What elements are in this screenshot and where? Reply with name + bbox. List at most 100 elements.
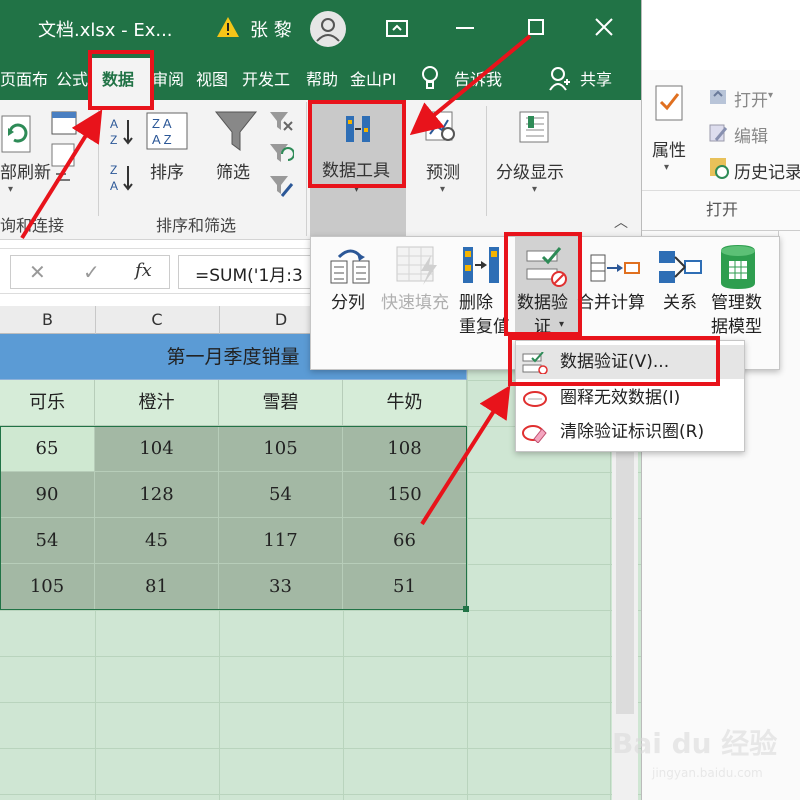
filter-button[interactable]: 筛选	[216, 158, 250, 183]
close-icon[interactable]	[594, 17, 614, 37]
data-cell[interactable]: 90	[0, 472, 95, 518]
tab-view[interactable]: 视图	[196, 66, 228, 94]
confirm-entry-icon[interactable]: ✓	[83, 260, 100, 284]
open-button[interactable]: 打开	[734, 86, 768, 111]
ribbon-tabs: 页面布 公式 数据 审阅 视图 开发工 帮助 金山PI 告诉我 共享	[0, 58, 641, 100]
svg-text:Z A: Z A	[152, 116, 172, 131]
manage-data-model-button[interactable]: 管理数 据模型	[711, 291, 762, 339]
header-cell-cola[interactable]: 可乐	[0, 380, 95, 426]
menu-item-clear-circles[interactable]: 清除验证标识圈(R)	[516, 415, 744, 449]
text-to-columns-button[interactable]: 分列	[331, 291, 365, 315]
watermark-url: jingyan.baidu.com	[652, 766, 763, 780]
share-button[interactable]: 共享	[580, 66, 612, 94]
properties-button[interactable]: 属性	[652, 136, 686, 161]
warning-icon[interactable]	[216, 16, 240, 38]
refresh-all-icon	[1, 115, 31, 153]
data-cell[interactable]: 51	[343, 564, 467, 610]
data-cell[interactable]: 45	[95, 518, 219, 564]
data-cell[interactable]: 65	[0, 426, 95, 472]
minimize-button[interactable]	[456, 27, 474, 29]
tab-kingsoft[interactable]: 金山PI	[350, 66, 396, 94]
sort-asc-icon[interactable]: AZ	[110, 116, 136, 148]
remove-duplicates-button[interactable]: 删除 重复值	[459, 291, 510, 339]
avatar[interactable]	[310, 11, 346, 47]
collapse-ribbon-chevron-icon[interactable]: ︿	[614, 212, 628, 232]
relationships-icon	[659, 251, 702, 283]
ribbon: 部刷新 ▾ AZ ZA Z AA Z 排序 筛选 询和连接 排序和筛选 数据工具…	[0, 100, 641, 240]
relationships-button[interactable]: 关系	[663, 291, 697, 315]
menu-item-circle-invalid[interactable]: 圈释无效数据(I)	[516, 381, 744, 415]
tab-review[interactable]: 审阅	[152, 66, 184, 94]
tab-help[interactable]: 帮助	[306, 66, 338, 94]
data-cell[interactable]: 150	[343, 472, 467, 518]
share-person-icon	[549, 67, 570, 91]
watermark-brand: Bai du 经验	[612, 727, 778, 760]
svg-text:A: A	[110, 179, 118, 193]
ribbon-display-icon[interactable]	[386, 18, 408, 38]
data-cell[interactable]: 33	[219, 564, 343, 610]
data-tools-icon	[346, 116, 370, 142]
menu-item-data-validation[interactable]: 数据验证(V)...	[516, 345, 744, 379]
menu-item-circle-invalid-label: 圈释无效数据(I)	[560, 388, 681, 408]
formula-actions: ✕ ✓ fx	[10, 255, 170, 289]
header-cell-orange[interactable]: 橙汁	[95, 380, 219, 426]
sort-button[interactable]: 排序	[150, 158, 184, 183]
formula-text: =SUM('1月:3	[195, 266, 303, 286]
cancel-entry-icon[interactable]: ✕	[29, 260, 46, 284]
window-title: 文档.xlsx - Ex...	[38, 20, 173, 41]
column-header-b[interactable]: B	[0, 306, 96, 334]
data-validation-label: 数据验 证	[517, 293, 568, 337]
group-open-label: 打开	[706, 200, 739, 219]
header-cell-milk[interactable]: 牛奶	[343, 380, 467, 426]
clear-circles-icon	[522, 425, 547, 443]
history-button[interactable]: 历史记录	[734, 158, 800, 183]
tab-data[interactable]: 数据	[102, 66, 134, 94]
data-cell[interactable]: 105	[219, 426, 343, 472]
circle-invalid-icon	[523, 391, 547, 407]
forecast-icon	[425, 111, 455, 141]
maximize-button[interactable]	[528, 19, 544, 35]
fill-handle[interactable]	[463, 606, 469, 612]
data-validation-small-icon	[522, 352, 548, 374]
data-cell[interactable]: 81	[95, 564, 219, 610]
open-icon	[710, 90, 726, 104]
outline-button[interactable]: 分级显示	[496, 158, 564, 183]
tab-developer[interactable]: 开发工	[242, 66, 290, 94]
insert-function-icon[interactable]: fx	[135, 260, 152, 281]
sort-icon: Z AA Z	[146, 112, 188, 150]
consolidate-icon	[590, 254, 640, 282]
edit-button[interactable]: 编辑	[734, 122, 768, 147]
query-connections-icons[interactable]	[50, 110, 80, 190]
flash-fill-button[interactable]: 快速填充	[381, 291, 449, 315]
tab-page-layout[interactable]: 页面布	[0, 66, 48, 94]
refresh-all-button[interactable]: 部刷新	[0, 158, 51, 183]
data-model-icon	[721, 245, 755, 289]
outline-icon	[519, 111, 549, 143]
data-cell[interactable]: 108	[343, 426, 467, 472]
data-cell[interactable]: 105	[0, 564, 95, 610]
header-cell-sprite[interactable]: 雪碧	[219, 380, 343, 426]
group-sort-filter-label: 排序和筛选	[156, 216, 237, 235]
data-cell[interactable]: 128	[95, 472, 219, 518]
data-cell[interactable]: 54	[0, 518, 95, 564]
data-cell[interactable]: 54	[219, 472, 343, 518]
data-cell[interactable]: 104	[95, 426, 219, 472]
tab-formulas[interactable]: 公式	[56, 66, 88, 94]
user-name[interactable]: 张 黎	[250, 16, 292, 42]
forecast-button[interactable]: 预测	[426, 158, 460, 183]
data-tools-button[interactable]: 数据工具 ▾	[310, 100, 406, 236]
data-cell[interactable]: 117	[219, 518, 343, 564]
filter-options-icons[interactable]	[268, 110, 294, 200]
data-tools-label: 数据工具	[322, 161, 390, 181]
data-validation-icon	[526, 247, 567, 287]
flash-fill-icon	[396, 246, 437, 285]
tell-me-search[interactable]: 告诉我	[454, 66, 502, 94]
column-header-c[interactable]: C	[95, 306, 220, 334]
sort-desc-icon[interactable]: ZA	[110, 162, 136, 194]
text-to-columns-icon	[330, 249, 370, 284]
group-query-label: 询和连接	[0, 216, 65, 235]
consolidate-button[interactable]: 合并计算	[577, 291, 645, 315]
menu-item-clear-circles-label: 清除验证标识圈(R)	[560, 422, 705, 442]
menu-item-data-validation-label: 数据验证(V)...	[560, 352, 670, 372]
data-cell[interactable]: 66	[343, 518, 467, 564]
